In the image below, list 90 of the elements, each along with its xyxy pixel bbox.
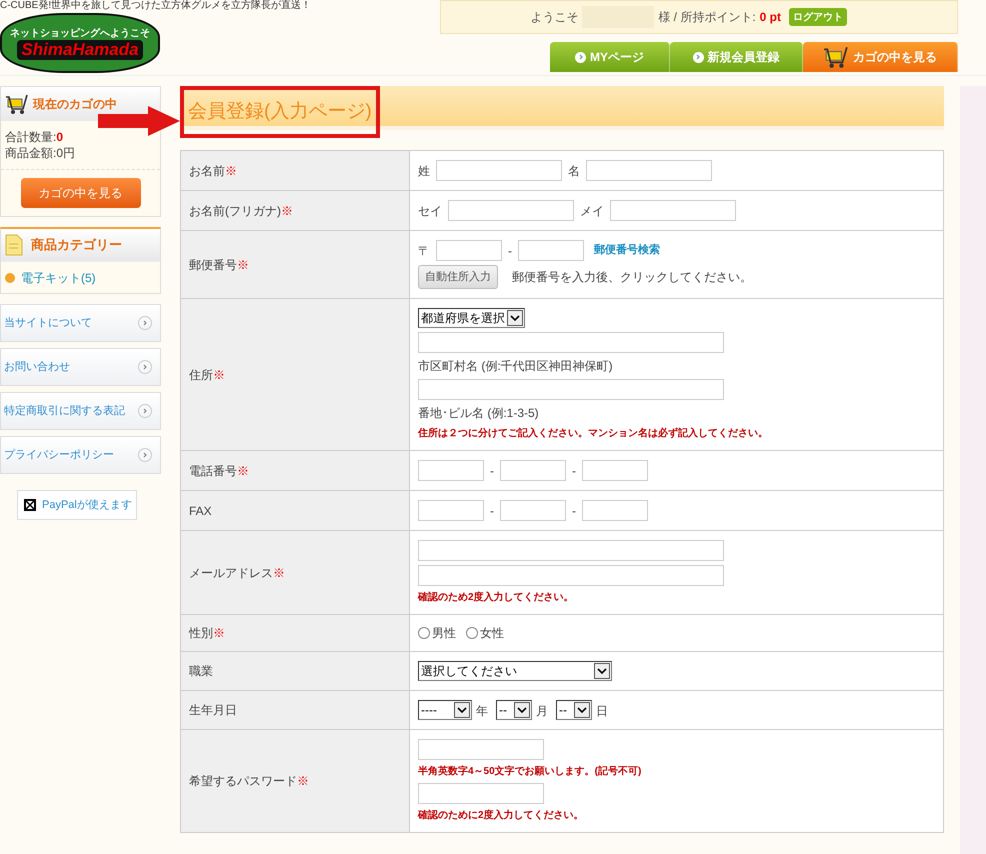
- sidebar-link[interactable]: プライバシーポリシー: [0, 436, 161, 474]
- bullet-icon: [5, 272, 15, 282]
- document-icon: [5, 234, 23, 256]
- view-cart-button[interactable]: カゴの中を見る: [20, 178, 140, 208]
- sidebar-link[interactable]: お問い合わせ: [0, 348, 161, 386]
- unit-text: 年: [476, 703, 488, 720]
- field-text: メイ: [580, 202, 604, 220]
- input-field[interactable]: [610, 200, 736, 221]
- chevron-icon: [507, 310, 523, 326]
- chevron-icon: [574, 702, 590, 718]
- radio-option[interactable]: 男性: [418, 624, 456, 642]
- input-field[interactable]: [500, 500, 566, 521]
- panel-title: 現在のカゴの中: [33, 96, 117, 113]
- input-field[interactable]: [418, 739, 544, 760]
- sidebar-link[interactable]: 特定商取引に関する表記: [0, 392, 161, 430]
- field-label: お名前(フリガナ)※: [189, 202, 293, 220]
- field-text: -: [572, 462, 576, 480]
- sidebar-link[interactable]: 当サイトについて: [0, 304, 161, 342]
- input-field[interactable]: [436, 160, 562, 181]
- input-field[interactable]: [418, 379, 724, 400]
- field-label: 生年月日: [189, 702, 237, 719]
- panel-title: 商品カテゴリー: [31, 236, 122, 254]
- radio-option[interactable]: 女性: [466, 624, 504, 642]
- field-label: FAX: [189, 502, 212, 520]
- broken-image-icon: [24, 499, 36, 511]
- page-title: 会員登録(入力ページ): [188, 100, 372, 124]
- chevron-icon: [454, 702, 470, 718]
- paypal-text: PayPalが使えます: [42, 498, 132, 513]
- cart-summary-value: 0円: [56, 145, 76, 161]
- chevron-icon: [594, 663, 610, 679]
- input-field[interactable]: [436, 240, 502, 261]
- field-text: -: [490, 502, 494, 520]
- input-field[interactable]: [582, 500, 648, 521]
- field-text: -: [490, 462, 494, 480]
- input-field[interactable]: [500, 460, 566, 481]
- field-label: 住所※: [189, 366, 225, 384]
- field-text: -: [572, 502, 576, 520]
- input-field[interactable]: [418, 565, 724, 586]
- field-label: 電話番号※: [189, 462, 249, 480]
- input-field[interactable]: [418, 460, 484, 481]
- dropdown[interactable]: ----: [418, 700, 472, 720]
- input-field[interactable]: [518, 240, 584, 261]
- chevron-icon: [514, 702, 530, 718]
- input-field[interactable]: [418, 500, 484, 521]
- unit-text: 月: [536, 703, 548, 720]
- input-field[interactable]: [448, 200, 574, 221]
- cart-summary-value: 0: [56, 129, 64, 145]
- nav-tab[interactable]: カゴの中を見る: [803, 42, 958, 72]
- input-field[interactable]: [582, 460, 648, 481]
- field-text: 市区町村名 (例:千代田区神田神保町): [418, 358, 613, 375]
- dropdown[interactable]: 選択してください: [418, 661, 612, 681]
- cart-icon: [5, 92, 29, 116]
- input-field[interactable]: [586, 160, 712, 181]
- field-text: 姓: [418, 162, 430, 180]
- field-label: メールアドレス※: [189, 564, 285, 582]
- dropdown[interactable]: --: [556, 700, 592, 720]
- field-text: 郵便番号を入力後、クリックしてください。: [512, 269, 752, 286]
- note-text: 確認のため2度入力してください。: [418, 590, 574, 605]
- field-text: -: [508, 242, 512, 260]
- note-text: 住所は２つに分けてご記入ください。マンション名は必ず記入してください。: [418, 426, 768, 441]
- input-field[interactable]: [418, 540, 724, 561]
- logout-button[interactable]: ログアウト: [789, 8, 847, 26]
- field-text: 〒: [418, 242, 430, 260]
- points-value: 0 pt: [760, 9, 781, 26]
- dropdown[interactable]: 都道府県を選択: [418, 308, 525, 328]
- note-text: 確認のために2度入力してください。: [418, 808, 584, 823]
- field-label: 職業: [189, 663, 213, 680]
- field-text: 番地･ビル名 (例:1-3-5): [418, 405, 539, 422]
- dropdown[interactable]: --: [496, 700, 532, 720]
- field-label: 性別※: [189, 625, 225, 642]
- points-label: 様 / 所持ポイント:: [658, 9, 756, 26]
- field-label: 郵便番号※: [189, 256, 249, 274]
- category-item[interactable]: 電子キット(5): [1, 261, 160, 293]
- site-logo[interactable]: ネットショッピングへようこそ ShimaHamada: [0, 13, 160, 73]
- input-field[interactable]: [418, 783, 544, 804]
- welcome-text: ようこそ: [530, 9, 578, 26]
- field-text: セイ: [418, 202, 442, 220]
- cart-icon: [823, 44, 849, 70]
- field-text: 名: [568, 162, 580, 180]
- nav-tab[interactable]: 新規会員登録: [670, 42, 803, 72]
- unit-text: 日: [596, 703, 608, 720]
- note-text: 半角英数字4～50文字でお願いします。(記号不可): [418, 764, 642, 779]
- cart-summary-label: 合計数量:: [5, 129, 56, 145]
- cart-summary-label: 商品金額:: [5, 145, 56, 161]
- postal-search-link[interactable]: 郵便番号検索: [594, 242, 660, 259]
- nav-tab[interactable]: MYページ: [550, 42, 670, 72]
- input-field[interactable]: [418, 332, 724, 353]
- field-label: お名前※: [189, 162, 237, 180]
- field-label: 希望するパスワード※: [189, 773, 309, 790]
- auto-address-button[interactable]: 自動住所入力: [418, 265, 498, 289]
